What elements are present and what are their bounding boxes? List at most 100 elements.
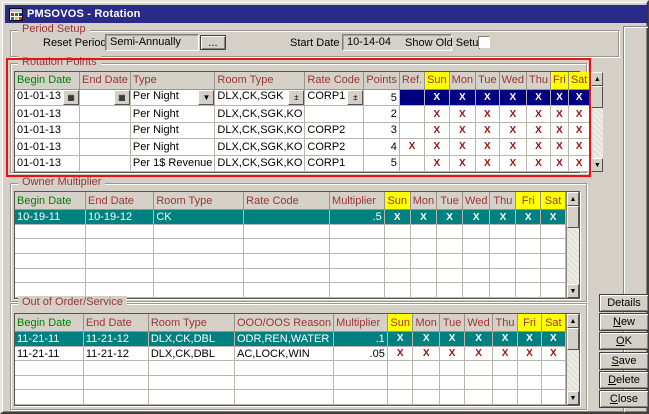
cell-room-type[interactable]: DLX,CK,SGK,KO (215, 139, 305, 155)
owner-multiplier-empty-row[interactable] (15, 254, 566, 269)
save-button[interactable]: Save (599, 352, 649, 370)
cell-ref[interactable] (399, 155, 424, 171)
cell-end-date[interactable]: 11-21-12 (83, 332, 148, 347)
empty-cell[interactable] (384, 254, 410, 269)
cell-day-tue[interactable]: X (439, 332, 464, 347)
empty-cell[interactable] (234, 390, 333, 405)
empty-cell[interactable] (384, 224, 410, 239)
rotation-row[interactable]: 01-01-13Per NightDLX,CK,SGK,KOCORP24XXXX… (15, 139, 590, 155)
scroll-up-icon[interactable]: ▲ (591, 72, 603, 86)
cell-day-sun[interactable]: X (425, 106, 450, 122)
cell-begin-date[interactable]: 01-01-13 (15, 139, 80, 155)
empty-cell[interactable] (516, 283, 541, 298)
ooo-service-empty-row[interactable] (15, 375, 566, 390)
cell-day-wed[interactable]: X (499, 139, 526, 155)
empty-cell[interactable] (234, 375, 333, 390)
empty-cell[interactable] (437, 254, 463, 269)
owner-multiplier-scrollbar[interactable]: ▲▼ (566, 192, 579, 298)
cell-reason[interactable]: AC,LOCK,WIN (234, 346, 333, 361)
cell-day-sat[interactable]: X (568, 122, 590, 138)
cell-begin-date[interactable]: 11-21-11 (15, 346, 83, 361)
cell-day-sat[interactable]: X (541, 346, 565, 361)
cell-day-sun[interactable]: X (387, 346, 413, 361)
cell-day-fri[interactable]: X (516, 210, 541, 225)
empty-cell[interactable] (439, 390, 464, 405)
cell-type[interactable]: Per Night (130, 122, 215, 138)
empty-cell[interactable] (244, 268, 330, 283)
cell-day-mon[interactable]: X (449, 122, 475, 138)
empty-cell[interactable] (490, 224, 516, 239)
empty-cell[interactable] (86, 254, 154, 269)
ooo-service-row[interactable]: 11-21-1111-21-12DLX,CK,DBLAC,LOCK,WIN.05… (15, 346, 566, 361)
empty-cell[interactable] (83, 375, 148, 390)
empty-cell[interactable] (518, 375, 541, 390)
empty-cell[interactable] (541, 283, 566, 298)
cell-day-thu[interactable]: X (527, 155, 551, 171)
reset-period-field[interactable]: Semi-Annually (105, 34, 199, 51)
empty-cell[interactable] (518, 361, 541, 376)
empty-cell[interactable] (334, 375, 388, 390)
cell-day-tue[interactable]: X (437, 210, 463, 225)
empty-cell[interactable] (541, 239, 566, 254)
empty-cell[interactable] (330, 224, 385, 239)
cell-day-fri[interactable]: X (551, 122, 569, 138)
empty-cell[interactable] (384, 239, 410, 254)
scroll-up-icon[interactable]: ▲ (567, 314, 579, 328)
empty-cell[interactable] (15, 254, 86, 269)
cell-end-date[interactable]: 11-21-12 (83, 346, 148, 361)
cell-day-sun[interactable]: X (387, 332, 413, 347)
cell-day-wed[interactable]: X (463, 210, 490, 225)
cell-day-sun[interactable]: X (425, 122, 450, 138)
cell-end-date[interactable] (80, 139, 131, 155)
empty-cell[interactable] (244, 224, 330, 239)
empty-cell[interactable] (492, 390, 518, 405)
empty-cell[interactable] (518, 390, 541, 405)
cell-type[interactable]: Per Night▼ (130, 89, 215, 105)
cell-ref[interactable] (399, 89, 424, 105)
cell-day-sun[interactable]: X (425, 155, 450, 171)
empty-cell[interactable] (15, 361, 83, 376)
empty-cell[interactable] (463, 283, 490, 298)
cell-end-date[interactable] (80, 155, 131, 171)
empty-cell[interactable] (148, 390, 234, 405)
empty-cell[interactable] (463, 268, 490, 283)
rotation-scrollbar[interactable]: ▲▼ (590, 72, 603, 172)
scroll-up-icon[interactable]: ▲ (567, 192, 579, 206)
empty-cell[interactable] (463, 254, 490, 269)
empty-cell[interactable] (387, 375, 413, 390)
edit-field[interactable]: DLX,CK,SGK± (215, 90, 304, 105)
empty-cell[interactable] (86, 268, 154, 283)
empty-cell[interactable] (413, 375, 439, 390)
rotation-row[interactable]: 01-01-13▦▦Per Night▼DLX,CK,SGK±CORP1±5XX… (15, 89, 590, 105)
cell-day-fri[interactable]: X (551, 139, 569, 155)
cell-day-thu[interactable]: X (492, 346, 518, 361)
ooo-service-grid[interactable]: Begin DateEnd DateRoom TypeOOO/OOS Reaso… (14, 313, 580, 406)
cell-day-mon[interactable]: X (410, 210, 436, 225)
cell-begin-date[interactable]: 01-01-13▦ (15, 89, 80, 105)
edit-field[interactable]: CORP1± (305, 90, 363, 105)
cell-room-type[interactable]: DLX,CK,SGK,KO (215, 122, 305, 138)
cell-ref[interactable]: X (399, 139, 424, 155)
empty-cell[interactable] (410, 239, 436, 254)
empty-cell[interactable] (463, 224, 490, 239)
cell-day-wed[interactable]: X (465, 332, 492, 347)
cell-multiplier[interactable]: .5 (330, 210, 385, 225)
rotation-points-grid[interactable]: Begin DateEnd DateTypeRoom TypeRate Code… (14, 71, 580, 173)
cell-day-tue[interactable]: X (476, 122, 500, 138)
cell-day-mon[interactable]: X (413, 346, 439, 361)
cell-day-mon[interactable]: X (413, 332, 439, 347)
empty-cell[interactable] (410, 224, 436, 239)
cell-multiplier[interactable]: .05 (334, 346, 388, 361)
empty-cell[interactable] (334, 390, 388, 405)
empty-cell[interactable] (330, 254, 385, 269)
cell-begin-date[interactable]: 01-01-13 (15, 122, 80, 138)
cell-points[interactable]: 3 (364, 122, 400, 138)
ooo-service-empty-row[interactable] (15, 390, 566, 405)
ooo-service-row[interactable]: 11-21-1111-21-12DLX,CK,DBLODR,REN,WATER.… (15, 332, 566, 347)
empty-cell[interactable] (492, 361, 518, 376)
empty-cell[interactable] (490, 283, 516, 298)
calendar-icon-button[interactable]: ▦ (63, 90, 79, 105)
scroll-down-icon[interactable]: ▼ (567, 284, 579, 298)
empty-cell[interactable] (541, 254, 566, 269)
owner-multiplier-empty-row[interactable] (15, 239, 566, 254)
